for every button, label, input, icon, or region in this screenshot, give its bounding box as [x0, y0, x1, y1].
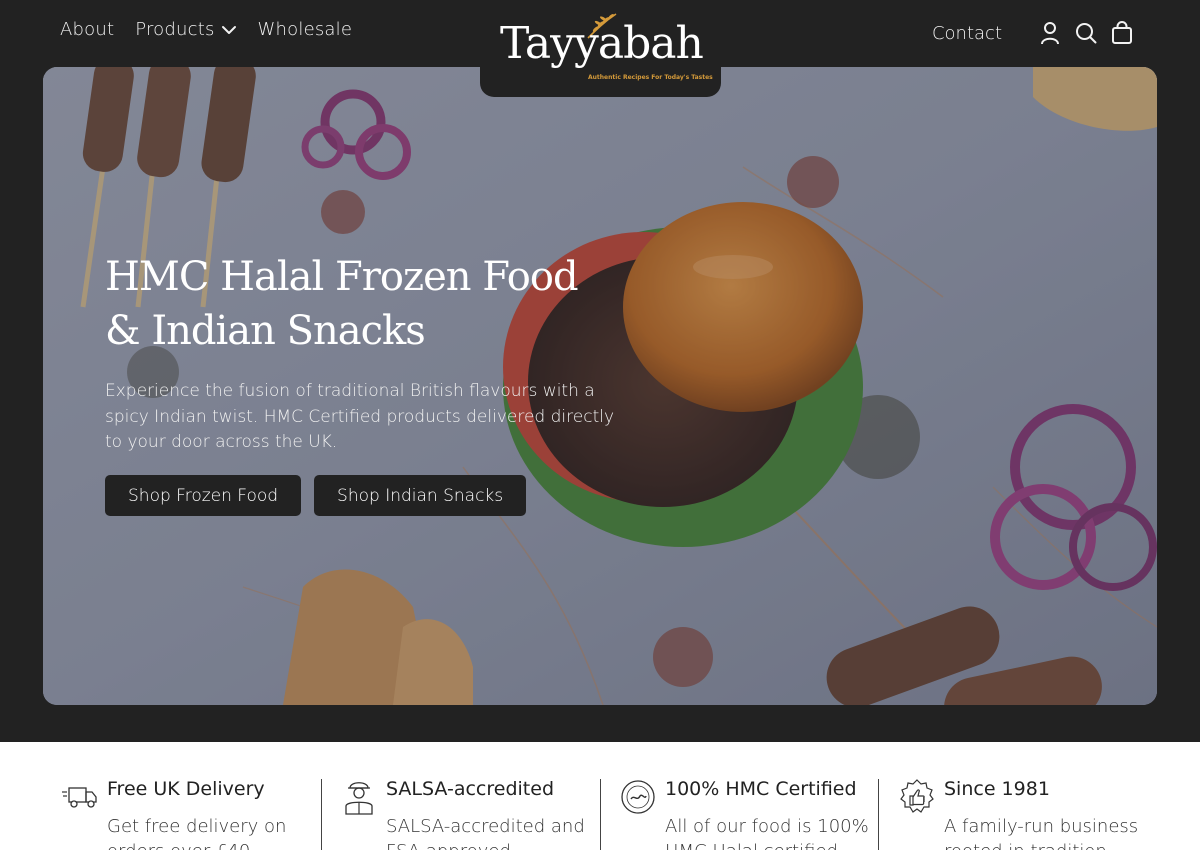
logo-wordmark: Tayyabah [500, 18, 704, 69]
feature-since: Since 1981 A family-run business rooted … [898, 778, 1158, 850]
nav-products-label: Products [135, 19, 215, 40]
account-icon[interactable] [1032, 17, 1068, 49]
utility-nav: Contact [932, 17, 1140, 49]
divider [600, 779, 601, 850]
cart-icon[interactable] [1104, 17, 1140, 49]
nav-wholesale-label: Wholesale [257, 19, 353, 40]
feature-title: 100% HMC Certified [665, 778, 857, 800]
hero-banner: HMC Halal Frozen Food & Indian Snacks Ex… [43, 67, 1157, 705]
shop-indian-snacks-button[interactable]: Shop Indian Snacks [314, 475, 527, 516]
hero-title-line2: & Indian Snacks [105, 308, 426, 354]
halal-certified-icon [621, 780, 655, 814]
hero-title: HMC Halal Frozen Food & Indian Snacks [105, 250, 625, 358]
inspector-icon [345, 782, 373, 815]
main-nav: About Products Wholesale [60, 19, 373, 40]
feature-title: SALSA-accredited [386, 778, 555, 800]
nav-about-label: About [60, 19, 115, 40]
shop-frozen-food-button[interactable]: Shop Frozen Food [105, 475, 302, 516]
feature-title: Since 1981 [944, 778, 1050, 800]
feature-hmc: 100% HMC Certified All of our food is 10… [619, 778, 879, 850]
chevron-down-icon [221, 25, 236, 34]
thumbs-up-badge-icon [900, 779, 934, 813]
logo[interactable]: Tayyabah Authentic Recipes For Today's T… [480, 0, 721, 97]
feature-text: A family-run business rooted in traditio… [944, 816, 1139, 850]
divider [878, 779, 879, 850]
nav-wholesale[interactable]: Wholesale [258, 19, 353, 40]
feature-delivery: Free UK Delivery Get free delivery on or… [61, 778, 321, 850]
feature-text: SALSA-accredited and FSA approved [386, 816, 585, 850]
nav-contact[interactable]: Contact [932, 23, 1002, 44]
feature-text: All of our food is 100% HMC Halal certif… [665, 816, 869, 850]
logo-tagline: Authentic Recipes For Today's Tastes [588, 74, 713, 81]
delivery-truck-icon [62, 787, 97, 808]
divider [321, 779, 322, 850]
hero-buttons: Shop Frozen Food Shop Indian Snacks [105, 475, 527, 516]
features-bar: Free UK Delivery Get free delivery on or… [0, 742, 1200, 850]
feature-title: Free UK Delivery [107, 778, 265, 800]
hero-description: Experience the fusion of traditional Bri… [105, 381, 615, 452]
nav-products[interactable]: Products [135, 19, 236, 40]
search-icon[interactable] [1068, 17, 1104, 49]
feature-text: Get free delivery on orders over £40 [107, 816, 287, 850]
hero-title-line1: HMC Halal Frozen Food [105, 254, 579, 300]
nav-about[interactable]: About [60, 19, 114, 40]
feature-salsa: SALSA-accredited SALSA-accredited and FS… [340, 778, 600, 850]
